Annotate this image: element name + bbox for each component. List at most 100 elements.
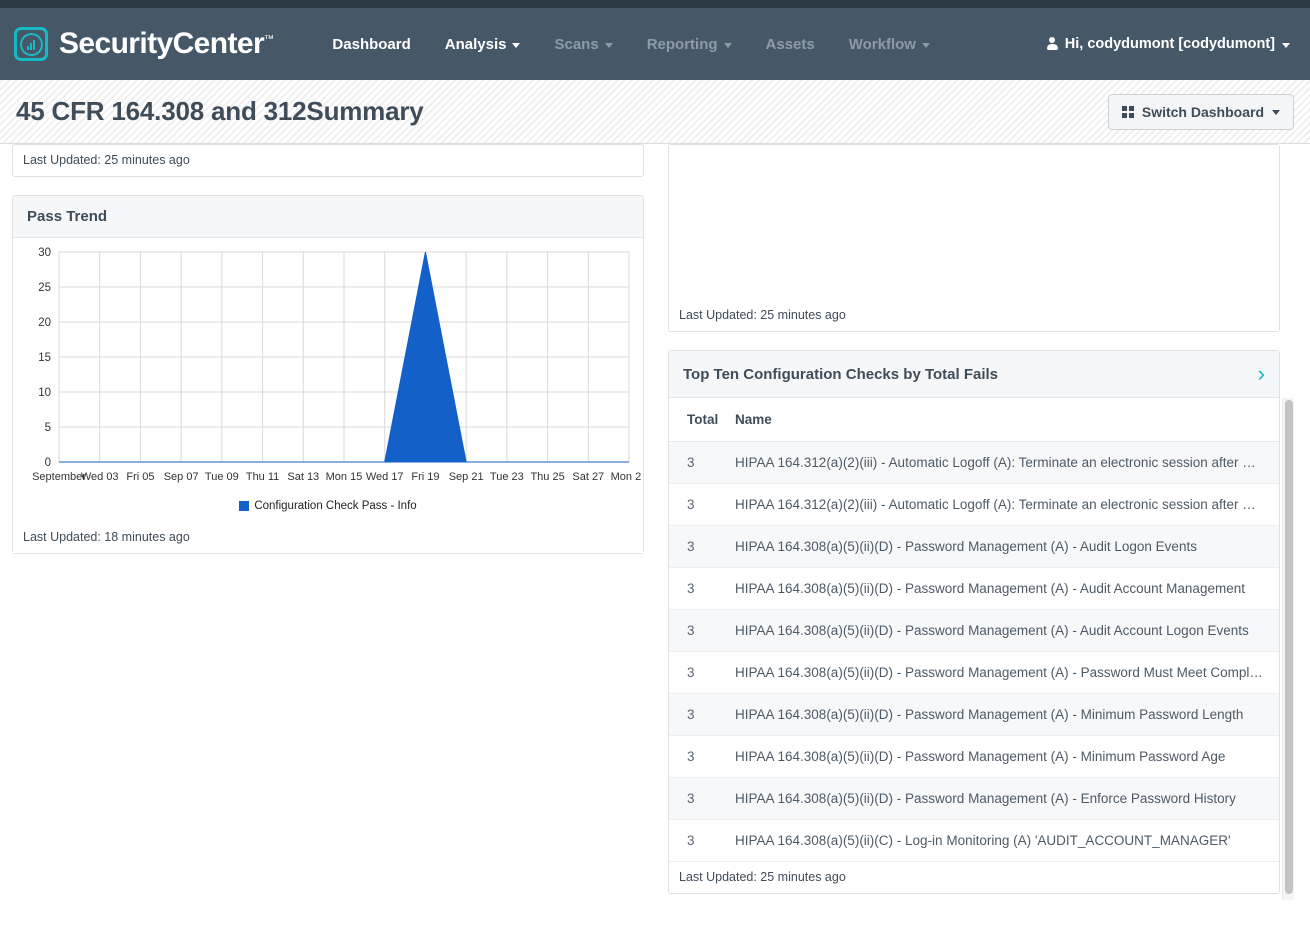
user-menu[interactable]: Hi, codydumont [codydumont] bbox=[1046, 36, 1290, 52]
x-axis-tick-label: Tue 23 bbox=[490, 471, 524, 483]
table-row[interactable]: 3 HIPAA 164.308(a)(5)(ii)(D) - Password M… bbox=[669, 567, 1279, 610]
x-axis-tick-label: Sat 27 bbox=[572, 471, 604, 483]
brand-name: SecurityCenter™ bbox=[59, 27, 274, 60]
top-ten-header: Top Ten Configuration Checks by Total Fa… bbox=[669, 351, 1279, 398]
cell-total: 3 bbox=[669, 819, 735, 862]
y-axis-tick-label: 5 bbox=[45, 422, 51, 434]
page-title-bar: 45 CFR 164.308 and 312Summary Switch Das… bbox=[0, 80, 1310, 144]
cell-total: 3 bbox=[669, 735, 735, 778]
cell-name[interactable]: HIPAA 164.308(a)(5)(ii)(D) - Password Ma… bbox=[735, 567, 1279, 610]
x-axis-tick-label: Wed 17 bbox=[366, 471, 404, 483]
nav-label: Dashboard bbox=[332, 35, 411, 53]
upper-right-panel-footer: Last Updated: 25 minutes ago bbox=[669, 300, 1279, 331]
x-axis-tick-label: Sep 21 bbox=[449, 471, 484, 483]
table-row[interactable]: 3 HIPAA 164.308(a)(5)(ii)(D) - Password M… bbox=[669, 735, 1279, 778]
nav-label: Analysis bbox=[444, 35, 507, 53]
page-scrollbar[interactable] bbox=[1282, 398, 1294, 900]
top-accent-strip bbox=[0, 0, 1310, 8]
table-row[interactable]: 3 HIPAA 164.308(a)(5)(ii)(C) - Log-in Mon… bbox=[669, 819, 1279, 862]
brand-logo[interactable]: SecurityCenter™ bbox=[14, 27, 274, 61]
top-ten-table-body: 3 HIPAA 164.312(a)(2)(iii) - Automatic Lo… bbox=[669, 441, 1279, 862]
cell-name[interactable]: HIPAA 164.308(a)(5)(ii)(D) - Password Ma… bbox=[735, 525, 1279, 568]
switch-dashboard-button[interactable]: Switch Dashboard bbox=[1107, 93, 1294, 130]
last-updated-text: Last Updated: 25 minutes ago bbox=[679, 870, 846, 884]
last-updated-text: Last Updated: 25 minutes ago bbox=[23, 153, 190, 167]
table-row[interactable]: 3 HIPAA 164.308(a)(5)(ii)(D) - Password M… bbox=[669, 777, 1279, 820]
cell-name[interactable]: HIPAA 164.308(a)(5)(ii)(D) - Password Ma… bbox=[735, 609, 1279, 652]
left-column: Last Updated: 25 minutes ago Pass Trend … bbox=[0, 144, 656, 929]
top-ten-table: Total Name 3 HIPAA 164.312(a)(2)(iii) - A… bbox=[669, 398, 1279, 862]
nav-label: Assets bbox=[765, 35, 815, 53]
table-row[interactable]: 3 HIPAA 164.308(a)(5)(ii)(D) - Password M… bbox=[669, 651, 1279, 694]
cell-name[interactable]: HIPAA 164.308(a)(5)(ii)(D) - Password Ma… bbox=[735, 651, 1279, 694]
table-row[interactable]: 3 HIPAA 164.308(a)(5)(ii)(D) - Password M… bbox=[669, 693, 1279, 736]
cell-name[interactable]: HIPAA 164.312(a)(2)(iii) - Automatic Log… bbox=[735, 483, 1279, 526]
securitycenter-logo-icon bbox=[14, 27, 48, 61]
x-axis-tick-label: Thu 25 bbox=[530, 471, 564, 483]
y-axis-tick-label: 10 bbox=[38, 387, 51, 399]
table-row[interactable]: 3 HIPAA 164.308(a)(5)(ii)(D) - Password M… bbox=[669, 609, 1279, 652]
nav-items: Dashboard Analysis Scans Reporting Asset… bbox=[315, 36, 947, 53]
page-title: 45 CFR 164.308 and 312Summary bbox=[16, 96, 424, 126]
pass-trend-header: Pass Trend bbox=[13, 196, 643, 238]
y-axis-tick-label: 25 bbox=[38, 282, 51, 294]
y-axis-tick-label: 20 bbox=[38, 317, 51, 329]
column-header-total[interactable]: Total bbox=[669, 398, 735, 442]
page-scrollbar-thumb[interactable] bbox=[1285, 400, 1293, 894]
y-axis-tick-label: 15 bbox=[38, 352, 51, 364]
cell-total: 3 bbox=[669, 525, 735, 568]
chevron-down-icon bbox=[1272, 110, 1280, 115]
cell-name[interactable]: HIPAA 164.312(a)(2)(iii) - Automatic Log… bbox=[735, 441, 1279, 484]
chevron-right-icon[interactable]: › bbox=[1258, 363, 1265, 385]
cell-name[interactable]: HIPAA 164.308(a)(5)(ii)(D) - Password Ma… bbox=[735, 777, 1279, 820]
cell-total: 3 bbox=[669, 609, 735, 652]
nav-item-assets[interactable]: Assets bbox=[749, 36, 832, 53]
upper-left-panel-footer: Last Updated: 25 minutes ago bbox=[12, 144, 644, 177]
table-row[interactable]: 3 HIPAA 164.312(a)(2)(iii) - Automatic Lo… bbox=[669, 483, 1279, 526]
top-ten-title: Top Ten Configuration Checks by Total Fa… bbox=[683, 365, 999, 383]
chevron-down-icon bbox=[921, 42, 930, 48]
pass-trend-title: Pass Trend bbox=[27, 208, 108, 225]
main-navbar: SecurityCenter™ Dashboard Analysis Scans… bbox=[0, 8, 1310, 80]
table-row[interactable]: 3 HIPAA 164.312(a)(2)(iii) - Automatic Lo… bbox=[669, 441, 1279, 484]
nav-label: Reporting bbox=[646, 35, 718, 53]
dashboard-body: Last Updated: 25 minutes ago Pass Trend … bbox=[0, 144, 1310, 929]
pass-trend-chart[interactable]: 0 5 10 15 20 25 30 September Wed 03 Fri 05 Sep 07 T… bbox=[13, 238, 643, 496]
chevron-down-icon bbox=[512, 42, 521, 48]
cell-total: 3 bbox=[669, 441, 735, 484]
last-updated-text: Last Updated: 18 minutes ago bbox=[23, 530, 190, 544]
nav-item-analysis[interactable]: Analysis bbox=[428, 36, 538, 53]
cell-name[interactable]: HIPAA 164.308(a)(5)(ii)(D) - Password Ma… bbox=[735, 735, 1279, 778]
nav-label: Scans bbox=[554, 35, 599, 53]
cell-total: 3 bbox=[669, 777, 735, 820]
table-row[interactable]: 3 HIPAA 164.308(a)(5)(ii)(D) - Password M… bbox=[669, 525, 1279, 568]
x-axis-tick-label: Mon 29 bbox=[611, 471, 641, 483]
top-ten-table-scroll: Total Name 3 HIPAA 164.312(a)(2)(iii) - A… bbox=[669, 398, 1279, 862]
nav-item-workflow[interactable]: Workflow bbox=[832, 36, 947, 53]
chevron-down-icon bbox=[723, 42, 732, 48]
cell-name[interactable]: HIPAA 164.308(a)(5)(ii)(D) - Password Ma… bbox=[735, 693, 1279, 736]
nav-item-dashboard[interactable]: Dashboard bbox=[315, 36, 427, 53]
pass-trend-svg: 0 5 10 15 20 25 30 SeptemberWed 03 Fri 05 Sep 07 T… bbox=[32, 247, 641, 483]
x-axis-tick-label: Thu 11 bbox=[246, 471, 279, 483]
cell-total: 3 bbox=[669, 483, 735, 526]
cell-name[interactable]: HIPAA 164.308(a)(5)(ii)(C) - Log-in Moni… bbox=[735, 819, 1279, 862]
nav-item-scans[interactable]: Scans bbox=[537, 36, 629, 53]
x-axis-tick-label: September bbox=[32, 471, 86, 483]
upper-right-panel-body bbox=[669, 145, 1279, 300]
chart-legend: Configuration Check Pass - Info bbox=[13, 496, 643, 522]
y-axis-tick-label: 0 bbox=[45, 457, 51, 469]
x-axis-tick-label: Fri 19 bbox=[411, 471, 439, 483]
grid-icon bbox=[1121, 105, 1134, 118]
chevron-down-icon bbox=[1282, 42, 1290, 48]
cell-total: 3 bbox=[669, 567, 735, 610]
top-ten-panel: Top Ten Configuration Checks by Total Fa… bbox=[668, 350, 1280, 894]
x-axis-tick-label: Wed 03 bbox=[81, 471, 119, 483]
x-axis-tick-label: Tue 09 bbox=[205, 471, 239, 483]
nav-item-reporting[interactable]: Reporting bbox=[630, 36, 749, 53]
column-header-name[interactable]: Name bbox=[735, 398, 1279, 442]
legend-swatch-icon bbox=[239, 501, 250, 511]
chevron-down-icon bbox=[604, 42, 613, 48]
switch-dashboard-label: Switch Dashboard bbox=[1141, 103, 1264, 120]
nav-label: Workflow bbox=[848, 35, 916, 53]
